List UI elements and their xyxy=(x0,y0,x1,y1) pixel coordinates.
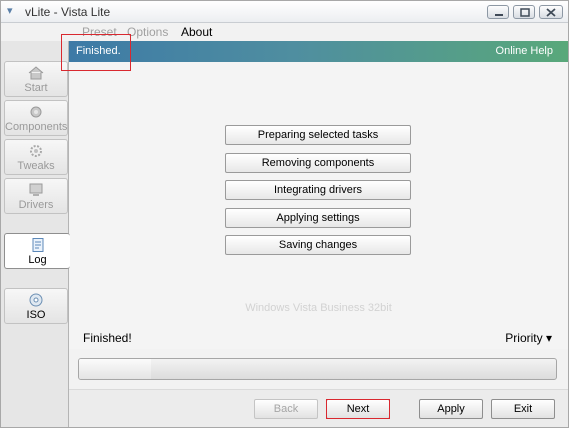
menu-bar: Preset Options About xyxy=(69,23,569,41)
progress-fill xyxy=(79,359,151,379)
sidebar: Start Components Tweaks Drivers Log ISO xyxy=(1,41,70,427)
status-text: Finished! xyxy=(83,331,132,345)
task-applying-settings[interactable]: Applying settings xyxy=(225,208,411,228)
sidebar-item-log[interactable]: Log xyxy=(4,233,70,269)
sidebar-item-components[interactable]: Components xyxy=(4,100,68,136)
window-title: vLite - Vista Lite xyxy=(25,5,111,19)
close-icon xyxy=(546,8,556,17)
app-menu-icon[interactable]: ▾ xyxy=(7,5,19,17)
minimize-icon xyxy=(495,14,503,16)
close-button[interactable] xyxy=(539,5,563,19)
menu-options[interactable]: Options xyxy=(127,25,168,39)
task-removing-components[interactable]: Removing components xyxy=(225,153,411,173)
main-panel: Preparing selected tasks Removing compon… xyxy=(69,62,568,349)
task-integrating-drivers[interactable]: Integrating drivers xyxy=(225,180,411,200)
components-icon xyxy=(30,106,42,118)
task-saving-changes[interactable]: Saving changes xyxy=(225,235,411,255)
header-banner: Finished. Online Help xyxy=(69,41,568,62)
chevron-down-icon: ▾ xyxy=(545,331,552,345)
sidebar-item-start[interactable]: Start xyxy=(4,61,68,97)
status-row: Finished! Priority ▾ xyxy=(69,327,568,347)
menu-preset[interactable]: Preset xyxy=(82,25,117,39)
menu-about[interactable]: About xyxy=(181,25,212,39)
home-icon xyxy=(28,66,44,80)
gear-icon xyxy=(30,145,42,157)
sidebar-item-label: Start xyxy=(24,82,48,94)
disc-icon xyxy=(29,293,43,307)
sidebar-item-label: Log xyxy=(28,254,47,266)
app-window: ▾ vLite - Vista Lite Preset Options Abou… xyxy=(0,0,569,428)
sidebar-item-label: Components xyxy=(5,121,68,133)
priority-dropdown[interactable]: Priority ▾ xyxy=(505,331,552,345)
log-document-icon xyxy=(32,238,43,252)
minimize-button[interactable] xyxy=(487,5,509,19)
apply-button[interactable]: Apply xyxy=(419,399,483,419)
sidebar-item-label: Drivers xyxy=(18,199,54,211)
banner-status-text: Finished. xyxy=(76,45,121,57)
monitor-icon xyxy=(29,183,43,196)
sidebar-item-drivers[interactable]: Drivers xyxy=(4,178,68,214)
priority-label: Priority xyxy=(505,331,543,345)
online-help-link[interactable]: Online Help xyxy=(496,45,553,57)
maximize-icon xyxy=(520,8,530,17)
sidebar-item-label: ISO xyxy=(26,309,46,321)
back-button[interactable]: Back xyxy=(254,399,318,419)
next-button[interactable]: Next xyxy=(326,399,390,419)
maximize-button[interactable] xyxy=(513,5,535,19)
exit-button[interactable]: Exit xyxy=(491,399,555,419)
sidebar-item-iso[interactable]: ISO xyxy=(4,288,68,324)
progress-bar xyxy=(78,358,557,380)
task-preparing[interactable]: Preparing selected tasks xyxy=(225,125,411,145)
sidebar-item-tweaks[interactable]: Tweaks xyxy=(4,139,68,175)
os-edition-label: Windows Vista Business 32bit xyxy=(245,302,392,314)
title-bar[interactable]: ▾ vLite - Vista Lite xyxy=(1,1,568,23)
sidebar-item-label: Tweaks xyxy=(17,160,55,172)
